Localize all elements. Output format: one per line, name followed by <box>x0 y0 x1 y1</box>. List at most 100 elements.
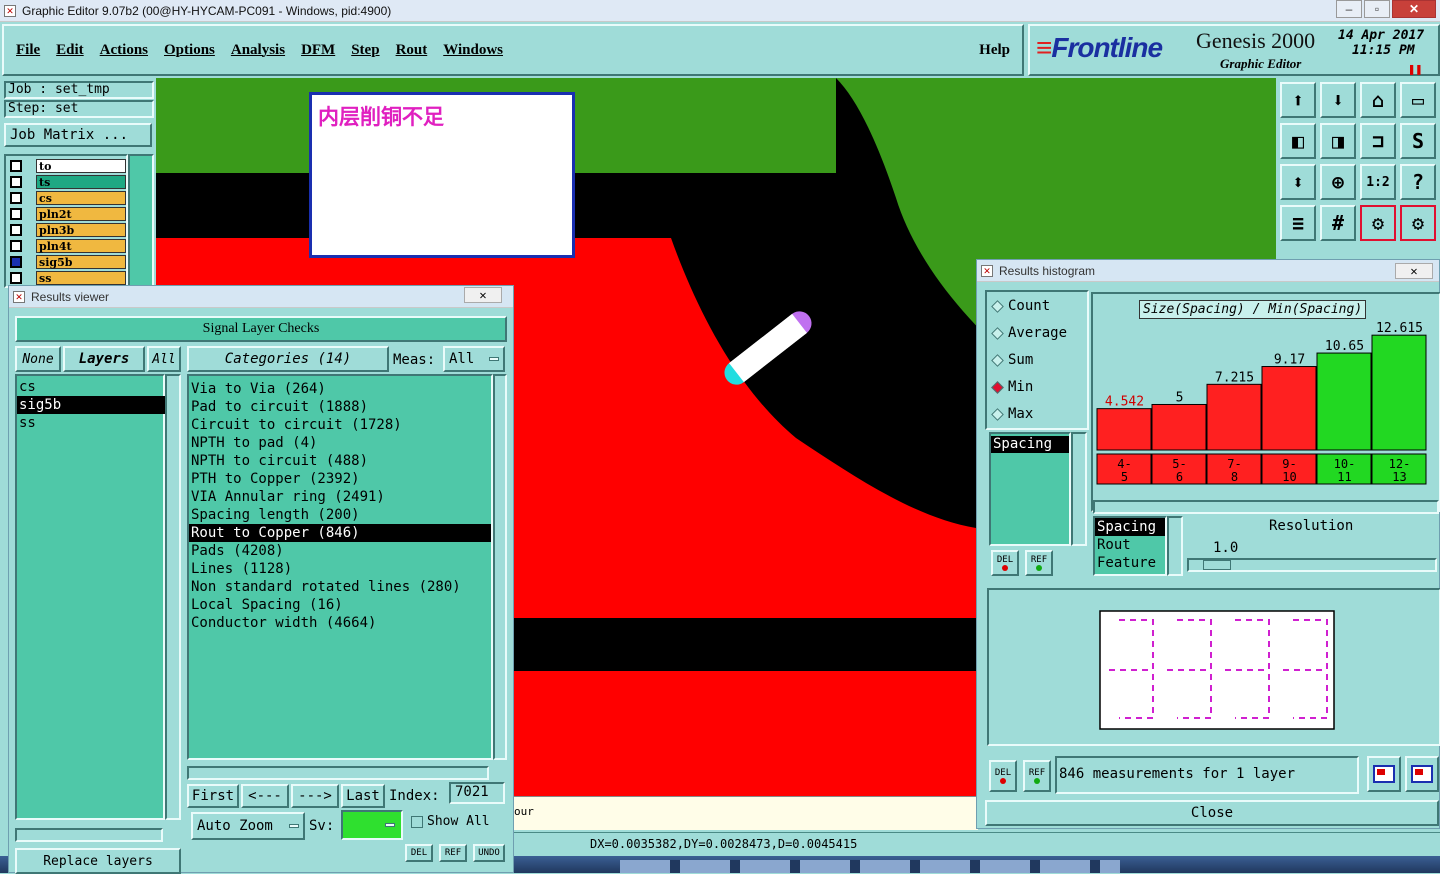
menu-file[interactable]: File <box>16 42 40 59</box>
histogram-bar[interactable] <box>1261 366 1317 451</box>
category-scrollbar[interactable] <box>493 374 507 760</box>
category-item[interactable]: Local Spacing (16) <box>189 596 491 614</box>
dock-right-icon[interactable]: ◨ <box>1320 123 1356 159</box>
layer-checkbox[interactable] <box>10 223 22 236</box>
index-input[interactable]: 7021 <box>449 782 505 804</box>
mode-option-count[interactable]: Count <box>991 298 1050 314</box>
category-item[interactable]: VIA Annular ring (2491) <box>189 488 491 506</box>
center-icon[interactable]: ⊕ <box>1320 164 1356 200</box>
layer-row[interactable]: ss <box>8 270 126 285</box>
hist-ref-button[interactable]: REF <box>1025 550 1053 576</box>
category-item[interactable]: Spacing length (200) <box>189 506 491 524</box>
category-item[interactable]: Via to Via (264) <box>189 380 491 398</box>
window-close-button[interactable]: ✕ <box>1392 0 1436 18</box>
move-up-icon[interactable]: ⬆ <box>1280 82 1316 118</box>
layer-scrollbar[interactable] <box>128 154 154 288</box>
scale-icon[interactable]: 1:2 <box>1360 164 1396 200</box>
layer-tool-2-icon[interactable]: ⚙ <box>1400 205 1436 241</box>
resolution-slider[interactable] <box>1187 558 1437 572</box>
histogram-bar[interactable] <box>1151 403 1207 451</box>
show-all-checkbox[interactable] <box>411 816 423 828</box>
window-icon[interactable]: ▭ <box>1400 82 1436 118</box>
export-icon-1[interactable] <box>1367 756 1401 792</box>
mode-option-sum[interactable]: Sum <box>991 352 1033 368</box>
histogram-bar[interactable] <box>1096 408 1152 451</box>
none-button[interactable]: None <box>15 346 61 372</box>
layer-row[interactable]: ts <box>8 174 126 189</box>
mode-option-min[interactable]: Min <box>991 379 1033 395</box>
prev-button[interactable]: <--- <box>241 784 289 808</box>
layer-row[interactable]: cs <box>8 190 126 205</box>
histogram-bar[interactable] <box>1371 334 1427 451</box>
histogram-close-button[interactable]: Close <box>985 800 1439 826</box>
settings-icon[interactable]: ≡ <box>1280 205 1316 241</box>
category-item[interactable]: NPTH to circuit (488) <box>189 452 491 470</box>
measure-item[interactable]: Spacing <box>991 436 1069 453</box>
category-item[interactable]: Non standard rotated lines (280) <box>189 578 491 596</box>
undo-button[interactable]: UNDO <box>473 844 505 862</box>
category-hscroll[interactable] <box>187 766 489 780</box>
layer-checkbox[interactable] <box>10 175 22 188</box>
result-layer-item[interactable]: sig5b <box>17 396 165 414</box>
layer-checkbox[interactable] <box>10 271 22 284</box>
result-layer-item[interactable]: cs <box>17 378 163 396</box>
menu-actions[interactable]: Actions <box>100 42 148 59</box>
layer-checkbox[interactable] <box>10 207 22 220</box>
axis-item[interactable]: Spacing <box>1095 518 1165 536</box>
histogram-close-x[interactable]: ✕ <box>1395 263 1433 279</box>
replace-layers-button[interactable]: Replace layers <box>15 848 181 874</box>
layer-checkbox[interactable] <box>10 239 22 252</box>
export-icon-2[interactable] <box>1405 756 1439 792</box>
move-down-icon[interactable]: ⬇ <box>1320 82 1356 118</box>
category-item[interactable]: NPTH to pad (4) <box>189 434 491 452</box>
del-button[interactable]: DEL <box>405 844 433 862</box>
resolution-slider-thumb[interactable] <box>1203 560 1231 570</box>
sv-color-select[interactable] <box>341 810 403 840</box>
menu-windows[interactable]: Windows <box>443 42 503 59</box>
auto-zoom-select[interactable]: Auto Zoom <box>191 812 305 840</box>
menu-analysis[interactable]: Analysis <box>231 42 285 59</box>
measure-scrollbar[interactable] <box>1071 432 1087 546</box>
home-icon[interactable]: ⌂ <box>1360 82 1396 118</box>
axis-item[interactable]: Feature <box>1095 554 1165 572</box>
layer-row[interactable]: pln4t <box>8 238 126 253</box>
all-button[interactable]: All <box>147 346 181 372</box>
snap-icon[interactable]: S <box>1400 123 1436 159</box>
mode-option-average[interactable]: Average <box>991 325 1067 341</box>
histogram-titlebar[interactable]: ✕ Results histogram <box>977 260 1439 282</box>
histogram-bar[interactable] <box>1316 352 1372 451</box>
layers-button[interactable]: Layers <box>63 346 145 372</box>
layer-row[interactable]: to <box>8 158 126 173</box>
menu-options[interactable]: Options <box>164 42 215 59</box>
layer-tool-icon[interactable]: ⚙ <box>1360 205 1396 241</box>
layer-row[interactable]: pln3b <box>8 222 126 237</box>
meas-select[interactable]: All <box>443 346 505 372</box>
category-item[interactable]: Circuit to circuit (1728) <box>189 416 491 434</box>
bracket-icon[interactable]: ⊐ <box>1360 123 1396 159</box>
layer-result-hscroll[interactable] <box>15 828 163 842</box>
grid-icon[interactable]: # <box>1320 205 1356 241</box>
category-item[interactable]: Lines (1128) <box>189 560 491 578</box>
menu-rout[interactable]: Rout <box>396 42 428 59</box>
menu-dfm[interactable]: DFM <box>301 42 335 59</box>
next-button[interactable]: ---> <box>291 784 339 808</box>
zoom-fit-icon[interactable]: ⬍ <box>1280 164 1316 200</box>
category-item[interactable]: Pad to circuit (1888) <box>189 398 491 416</box>
minimize-button[interactable]: – <box>1336 0 1362 18</box>
menu-edit[interactable]: Edit <box>56 42 84 59</box>
last-button[interactable]: Last <box>341 784 385 808</box>
axis-item[interactable]: Rout <box>1095 536 1165 554</box>
categories-button[interactable]: Categories (14) <box>187 346 389 372</box>
preview-del-button[interactable]: DEL <box>989 760 1017 792</box>
results-viewer-titlebar[interactable]: ✕ Results viewer <box>9 286 513 308</box>
layer-row[interactable]: sig5b <box>8 254 126 269</box>
histogram-hscroll[interactable] <box>1093 500 1439 514</box>
menu-help[interactable]: Help <box>979 42 1010 59</box>
results-viewer-close[interactable]: ✕ <box>464 287 502 303</box>
layer-row[interactable]: pln2t <box>8 206 126 221</box>
job-matrix-button[interactable]: Job Matrix ... <box>4 123 152 147</box>
result-layer-item[interactable]: ss <box>17 414 163 432</box>
preview-ref-button[interactable]: REF <box>1023 760 1051 792</box>
layer-checkbox[interactable] <box>10 159 22 172</box>
mode-option-max[interactable]: Max <box>991 406 1033 422</box>
